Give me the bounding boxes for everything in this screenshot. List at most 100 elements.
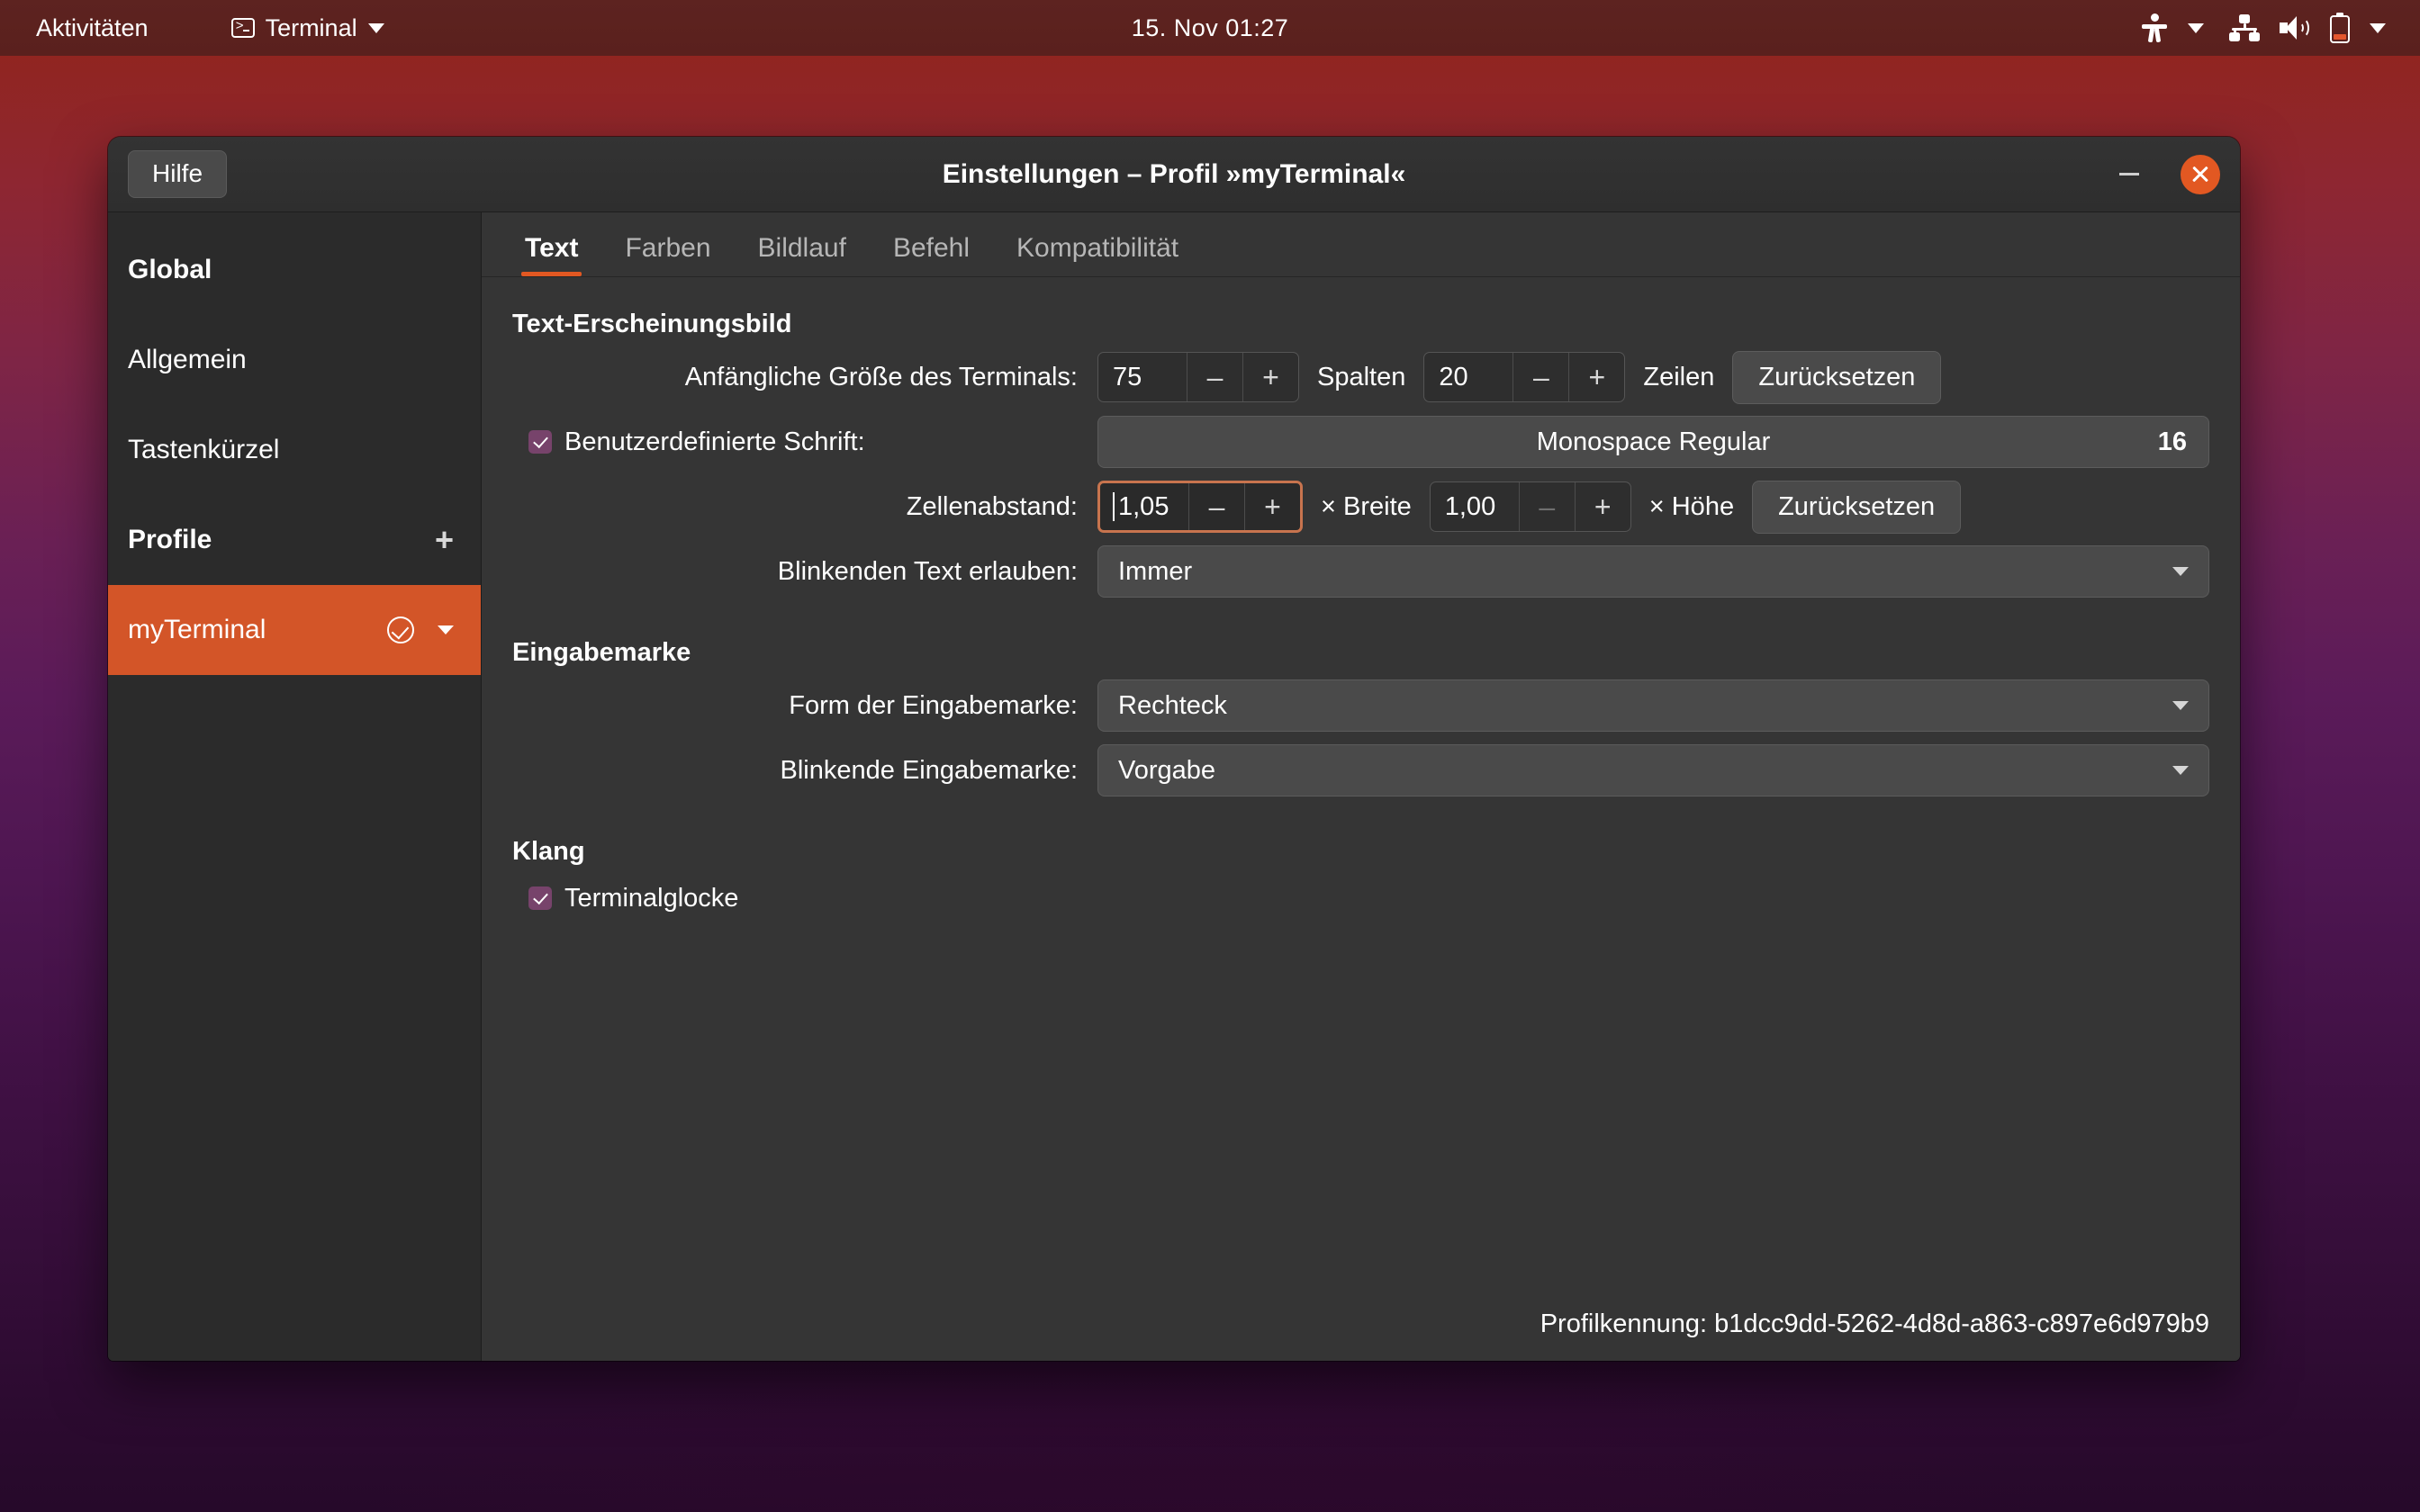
cell-height-value[interactable]: 1,00: [1431, 482, 1519, 531]
rows-spinner[interactable]: 20 – +: [1423, 352, 1626, 402]
reset-size-button[interactable]: Zurücksetzen: [1732, 350, 1942, 404]
label-initial-size: Anfängliche Größe des Terminals:: [684, 362, 1078, 392]
columns-decrement-button[interactable]: –: [1187, 353, 1242, 401]
app-menu-button[interactable]: Terminal: [217, 9, 399, 48]
row-terminal-bell: Terminalglocke: [512, 872, 2209, 924]
terminal-bell-wrap: Terminalglocke: [512, 884, 758, 914]
label-terminal-bell: Terminalglocke: [564, 883, 739, 913]
chevron-down-icon: [2172, 567, 2189, 576]
check-circle-icon[interactable]: [387, 616, 414, 644]
cell-height-increment-button[interactable]: +: [1574, 482, 1630, 531]
reset-cell-spacing-button[interactable]: Zurücksetzen: [1752, 480, 1962, 534]
add-profile-icon[interactable]: +: [428, 524, 461, 556]
cell-width-value[interactable]: 1,05: [1100, 483, 1188, 530]
label-cursor-shape: Form der Eingabemarke:: [789, 690, 1078, 720]
close-button[interactable]: [2181, 154, 2220, 194]
chevron-down-icon: [2172, 766, 2189, 775]
cell-width-increment-button[interactable]: +: [1244, 483, 1300, 530]
section-heading-sound: Klang: [512, 837, 585, 866]
blinking-text-value: Immer: [1118, 556, 1193, 586]
label-custom-font-wrap: Benutzerdefinierte Schrift:: [512, 428, 1097, 457]
settings-sidebar: Global Allgemein Tastenkürzel Profile + …: [108, 212, 482, 1361]
accessibility-menu-button[interactable]: [2128, 7, 2217, 49]
sidebar-item-tastenkuerzel[interactable]: Tastenkürzel: [108, 405, 481, 495]
clock-button[interactable]: 15. Nov 01:27: [1132, 14, 1289, 42]
columns-unit-label: Spalten: [1317, 362, 1406, 392]
tab-kompatibilitaet[interactable]: Kompatibilität: [993, 233, 1202, 276]
columns-spinner[interactable]: 75 – +: [1097, 352, 1299, 402]
clock-label: 15. Nov 01:27: [1131, 14, 1289, 41]
volume-icon: [2280, 14, 2310, 41]
row-cell-spacing: Zellenabstand: 1,05 – + × Breite 1,00 – …: [512, 474, 2209, 539]
columns-increment-button[interactable]: +: [1242, 353, 1298, 401]
help-button[interactable]: Hilfe: [128, 150, 228, 198]
cell-height-unit-label: × Höhe: [1648, 491, 1735, 521]
chevron-down-icon[interactable]: [438, 626, 454, 634]
tab-bar: Text Farben Bildlauf Befehl Kompatibilit…: [482, 212, 2240, 277]
activities-label: Aktivitäten: [36, 14, 149, 41]
window-titlebar: Hilfe Einstellungen – Profil »myTerminal…: [108, 137, 2240, 212]
sidebar-label-profile: Profile: [128, 525, 212, 554]
sidebar-label-global: Global: [128, 255, 212, 284]
columns-value[interactable]: 75: [1098, 353, 1187, 401]
label-blinking-text: Blinkenden Text erlauben:: [777, 556, 1078, 586]
cell-width-text: 1,05: [1118, 491, 1169, 521]
font-name-label: Monospace Regular: [1536, 427, 1771, 456]
cursor-blink-dropdown[interactable]: Vorgabe: [1097, 744, 2209, 796]
preferences-window: Hilfe Einstellungen – Profil »myTerminal…: [108, 137, 2240, 1361]
row-cursor-blink: Blinkende Eingabemarke: Vorgabe: [512, 738, 2209, 803]
tab-farben[interactable]: Farben: [601, 233, 734, 276]
tab-text[interactable]: Text: [501, 233, 601, 276]
cell-width-spinner[interactable]: 1,05 – +: [1097, 481, 1303, 533]
app-menu-label: Terminal: [265, 14, 357, 41]
window-controls: [2108, 154, 2220, 195]
chevron-down-icon: [2172, 701, 2189, 710]
system-status-menu-button[interactable]: [2217, 7, 2398, 49]
gnome-top-bar: Aktivitäten Terminal 15. Nov 01:27: [0, 0, 2420, 56]
font-chooser-button[interactable]: Monospace Regular 16: [1097, 416, 2209, 468]
cell-width-decrement-button[interactable]: –: [1188, 483, 1244, 530]
network-icon: [2229, 14, 2260, 41]
cursor-shape-dropdown[interactable]: Rechteck: [1097, 680, 2209, 732]
rows-increment-button[interactable]: +: [1568, 353, 1624, 401]
font-size-label: 16: [2157, 427, 2187, 456]
blinking-text-dropdown[interactable]: Immer: [1097, 545, 2209, 598]
window-title: Einstellungen – Profil »myTerminal«: [942, 158, 1406, 189]
cursor-blink-value: Vorgabe: [1118, 755, 1216, 785]
rows-decrement-button[interactable]: –: [1512, 353, 1568, 401]
row-blinking-text: Blinkenden Text erlauben: Immer: [512, 539, 2209, 604]
minimize-button[interactable]: [2108, 154, 2150, 195]
tab-befehl[interactable]: Befehl: [870, 233, 993, 276]
cell-height-decrement-button[interactable]: –: [1518, 482, 1575, 531]
sidebar-label-myterminal: myTerminal: [128, 615, 266, 644]
sidebar-label-tastenkuerzel: Tastenkürzel: [128, 435, 280, 464]
terminal-bell-checkbox[interactable]: [528, 886, 552, 910]
row-custom-font: Benutzerdefinierte Schrift: Monospace Re…: [512, 410, 2209, 474]
window-body: Global Allgemein Tastenkürzel Profile + …: [108, 212, 2240, 1361]
activities-button[interactable]: Aktivitäten: [22, 9, 163, 48]
label-cell-spacing: Zellenabstand:: [906, 491, 1078, 521]
cell-height-spinner[interactable]: 1,00 – +: [1429, 482, 1631, 532]
chevron-down-icon: [2188, 22, 2204, 33]
sidebar-header-profile: Profile +: [108, 495, 481, 585]
cell-width-unit-label: × Breite: [1321, 491, 1412, 521]
row-cursor-shape: Form der Eingabemarke: Rechteck: [512, 673, 2209, 738]
section-heading-text-appearance: Text-Erscheinungsbild: [512, 310, 792, 338]
profile-id-label: Profilkennung: b1dcc9dd-5262-4d8d-a863-c…: [1540, 1310, 2209, 1338]
label-cursor-blink: Blinkende Eingabemarke:: [780, 755, 1078, 785]
battery-icon: [2330, 13, 2350, 43]
settings-content: Text Farben Bildlauf Befehl Kompatibilit…: [482, 212, 2240, 1361]
chevron-down-icon: [2370, 22, 2386, 33]
sidebar-item-allgemein[interactable]: Allgemein: [108, 315, 481, 405]
top-bar-right: [2128, 7, 2398, 49]
chevron-down-icon: [367, 22, 384, 33]
custom-font-checkbox[interactable]: [528, 430, 552, 454]
text-settings-panel: Text-Erscheinungsbild Anfängliche Größe …: [482, 277, 2240, 1361]
text-cursor: [1113, 492, 1115, 521]
label-custom-font: Benutzerdefinierte Schrift:: [564, 427, 865, 456]
rows-value[interactable]: 20: [1424, 353, 1512, 401]
sidebar-label-allgemein: Allgemein: [128, 345, 247, 374]
cursor-shape-value: Rechteck: [1118, 690, 1227, 720]
sidebar-item-myterminal[interactable]: myTerminal: [108, 585, 481, 675]
tab-bildlauf[interactable]: Bildlauf: [735, 233, 870, 276]
